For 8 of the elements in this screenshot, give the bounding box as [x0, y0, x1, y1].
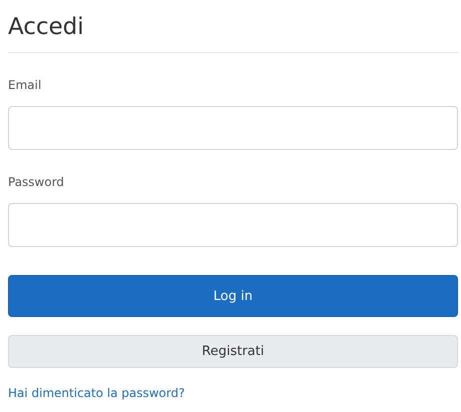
field-label: Email [8, 77, 42, 93]
input-field[interactable] [8, 106, 458, 150]
page-title: Accedi [8, 13, 85, 42]
register-button[interactable]: Registrati [8, 335, 458, 368]
forgot-password-link[interactable]: Hai dimenticato la password? [8, 385, 185, 401]
login-button[interactable]: Log in [8, 275, 458, 317]
field-label: Password [8, 174, 66, 190]
input-field[interactable] [8, 203, 458, 247]
